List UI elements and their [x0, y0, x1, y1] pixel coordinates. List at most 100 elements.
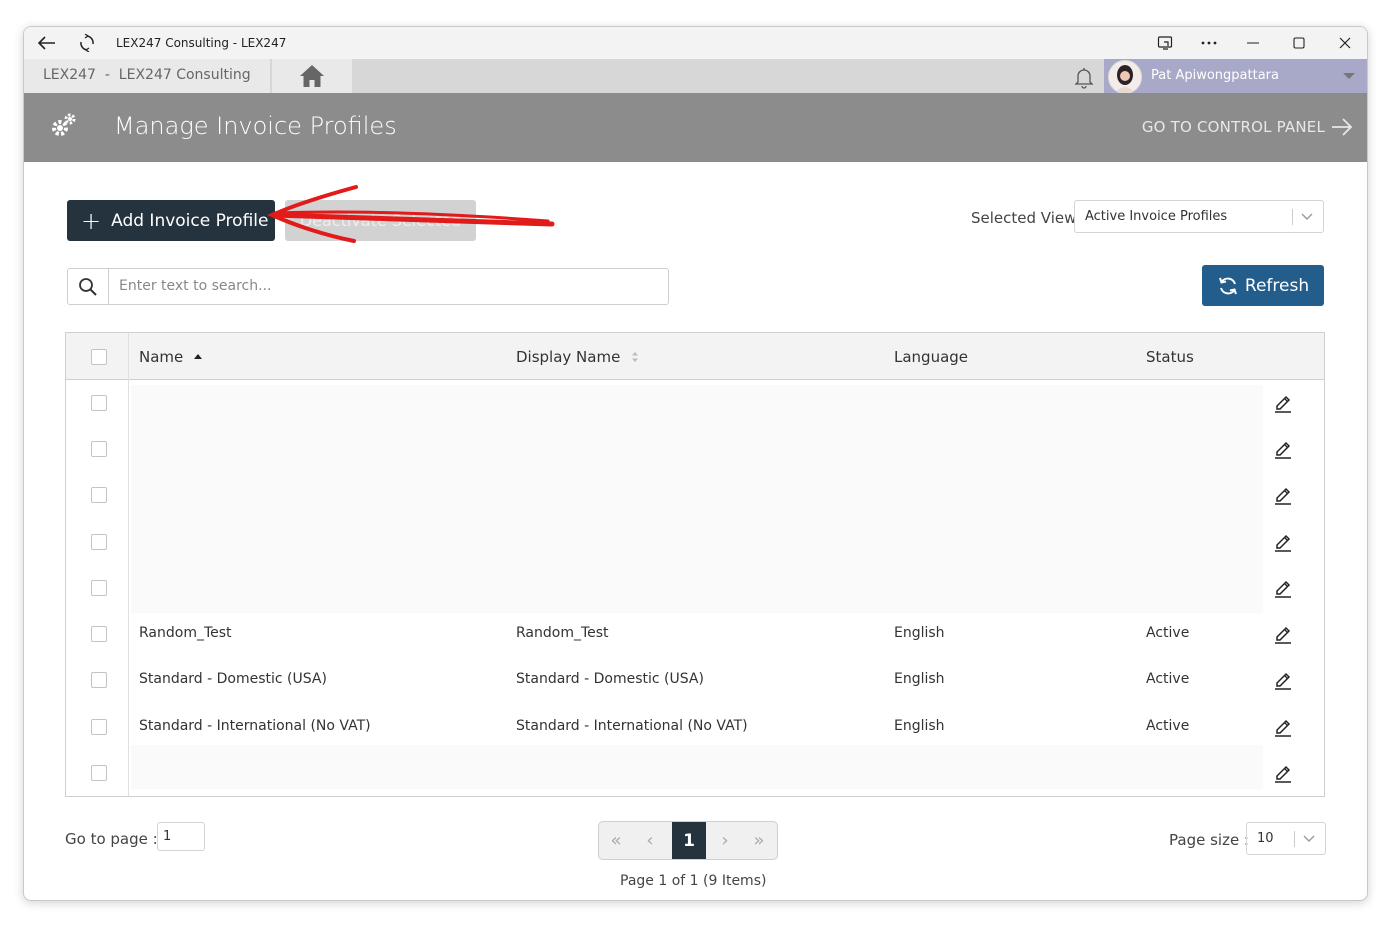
cell-language: English — [894, 625, 945, 641]
page-size-label: Page size : — [1169, 831, 1249, 849]
grid-header: Name Display Name Language Status — [66, 333, 1324, 380]
user-menu[interactable]: Pat Apiwongpattara — [1104, 59, 1367, 94]
table-row[interactable] — [66, 426, 1324, 472]
search-icon[interactable] — [68, 269, 109, 304]
close-icon[interactable] — [1330, 27, 1360, 59]
chevron-down-icon — [1303, 835, 1315, 842]
edit-pencil-icon[interactable] — [1273, 576, 1293, 598]
gears-icon — [49, 111, 79, 145]
go-to-page-input[interactable] — [157, 822, 205, 851]
home-button[interactable] — [272, 59, 352, 93]
table-row[interactable] — [66, 519, 1324, 565]
page-info: Page 1 of 1 (9 Items) — [620, 873, 767, 889]
page-header: Manage Invoice Profiles GO TO CONTROL PA… — [24, 93, 1367, 162]
cast-icon[interactable] — [1150, 27, 1180, 59]
edit-pencil-icon[interactable] — [1273, 483, 1293, 505]
edit-pencil-icon[interactable] — [1273, 530, 1293, 552]
row-checkbox[interactable] — [91, 672, 107, 688]
avatar — [1108, 60, 1142, 94]
column-header-name[interactable]: Name — [139, 348, 203, 366]
row-checkbox[interactable] — [91, 487, 107, 503]
column-header-language[interactable]: Language — [894, 348, 968, 366]
annotation-arrow — [267, 185, 555, 243]
edit-pencil-icon[interactable] — [1273, 622, 1293, 644]
edit-pencil-icon[interactable] — [1273, 437, 1293, 459]
select-all-checkbox[interactable] — [91, 349, 107, 365]
page-number-button[interactable]: 1 — [672, 822, 706, 859]
search-box — [67, 268, 669, 305]
title-bar: LEX247 Consulting - LEX247 — [24, 27, 1367, 59]
cell-language: English — [894, 718, 945, 734]
first-page-icon[interactable]: « — [599, 822, 633, 859]
column-header-status-label: Status — [1146, 348, 1194, 366]
selected-view-dropdown[interactable]: Active Invoice Profiles — [1074, 200, 1324, 233]
column-header-language-label: Language — [894, 348, 969, 366]
chevron-down-icon — [1301, 213, 1313, 220]
edit-pencil-icon[interactable] — [1273, 715, 1293, 737]
refresh-icon — [1218, 277, 1237, 294]
page-size-value: 10 — [1257, 831, 1274, 846]
edit-pencil-icon[interactable] — [1273, 391, 1293, 413]
row-checkbox[interactable] — [91, 719, 107, 735]
selected-view-label: Selected View — [971, 209, 1077, 227]
next-page-icon[interactable]: › — [708, 822, 742, 859]
column-header-status[interactable]: Status — [1146, 348, 1194, 366]
sort-unsorted-icon — [632, 352, 639, 362]
user-name: Pat Apiwongpattara — [1151, 68, 1279, 83]
dropdown-separator — [1292, 209, 1293, 225]
go-to-control-panel-link[interactable]: GO TO CONTROL PANEL — [1142, 118, 1353, 136]
user-menu-caret-icon — [1343, 73, 1355, 79]
go-to-control-panel-label: GO TO CONTROL PANEL — [1141, 118, 1325, 136]
page-title: Manage Invoice Profiles — [114, 112, 397, 140]
cell-display-name: Standard - Domestic (USA) — [516, 671, 704, 687]
more-options-icon[interactable] — [1194, 27, 1224, 59]
go-to-page-label: Go to page : — [65, 830, 158, 848]
cell-status: Active — [1146, 718, 1190, 734]
pager: « ‹ 1 › » — [598, 821, 778, 860]
refresh-label: Refresh — [1244, 275, 1310, 296]
previous-page-icon[interactable]: ‹ — [633, 822, 667, 859]
row-checkbox[interactable] — [91, 580, 107, 596]
back-arrow-icon[interactable] — [32, 27, 62, 59]
tenant-label: LEX247 - LEX247 Consulting — [43, 67, 251, 83]
column-header-name-label: Name — [139, 348, 184, 366]
row-checkbox[interactable] — [91, 395, 107, 411]
row-checkbox[interactable] — [91, 626, 107, 642]
cell-display-name: Standard - International (No VAT) — [516, 718, 748, 734]
maximize-icon[interactable] — [1284, 27, 1314, 59]
page-size-dropdown[interactable]: 10 — [1246, 822, 1326, 855]
tenant-tab[interactable]: LEX247 - LEX247 Consulting — [24, 59, 270, 93]
table-row[interactable]: Standard - International (No VAT) Standar… — [66, 704, 1324, 750]
invoice-profiles-grid: Name Display Name Language Status Random… — [65, 332, 1325, 797]
add-invoice-profile-label: Add Invoice Profile — [111, 210, 269, 231]
cell-status: Active — [1146, 671, 1190, 687]
arrow-right-icon — [1332, 118, 1353, 136]
table-row[interactable] — [66, 750, 1324, 796]
edit-pencil-icon[interactable] — [1273, 668, 1293, 690]
app-bar: LEX247 - LEX247 Consulting Pat Apiwongpa… — [24, 59, 1367, 94]
table-row[interactable] — [66, 380, 1324, 426]
notifications-bell-icon[interactable] — [1072, 65, 1096, 89]
cell-name: Standard - Domestic (USA) — [139, 671, 327, 687]
last-page-icon[interactable]: » — [742, 822, 776, 859]
row-checkbox[interactable] — [91, 765, 107, 781]
cell-display-name: Random_Test — [516, 625, 609, 641]
search-input[interactable] — [117, 277, 621, 295]
row-checkbox[interactable] — [91, 534, 107, 550]
minimize-icon[interactable] — [1238, 27, 1268, 59]
table-row[interactable] — [66, 472, 1324, 518]
refresh-button[interactable]: Refresh — [1202, 265, 1324, 306]
cell-status: Active — [1146, 625, 1190, 641]
cell-name: Standard - International (No VAT) — [139, 718, 371, 734]
app-window: LEX247 Consulting - LEX247 LEX247 - LEX2… — [23, 26, 1368, 901]
table-row[interactable]: Standard - Domestic (USA) Standard - Dome… — [66, 657, 1324, 703]
add-invoice-profile-button[interactable]: + Add Invoice Profile — [67, 200, 275, 241]
edit-pencil-icon[interactable] — [1273, 761, 1293, 783]
table-row[interactable] — [66, 565, 1324, 611]
column-header-display-name[interactable]: Display Name — [516, 348, 640, 366]
row-checkbox[interactable] — [91, 441, 107, 457]
sync-icon[interactable] — [72, 27, 102, 59]
cell-name: Random_Test — [139, 625, 232, 641]
table-row[interactable]: Random_Test Random_Test English Active — [66, 611, 1324, 657]
plus-icon: + — [81, 206, 102, 235]
